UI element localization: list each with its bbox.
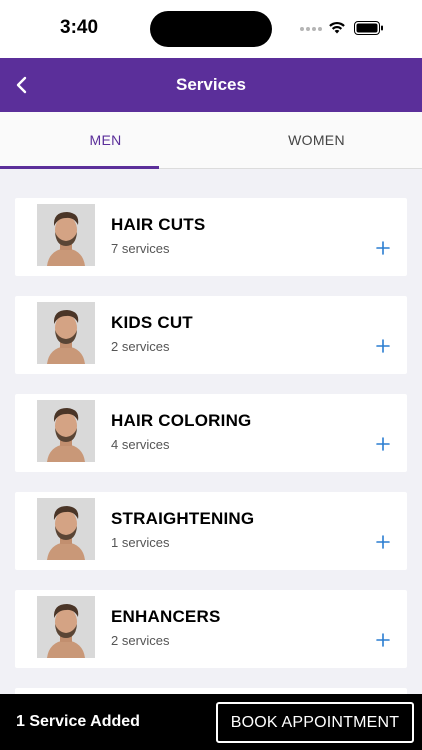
service-thumbnail — [37, 596, 95, 658]
service-thumbnail — [37, 400, 95, 462]
service-card-enhancers[interactable]: ENHANCERS 2 services — [15, 590, 407, 668]
service-count: 1 services — [111, 535, 170, 550]
plus-icon — [376, 437, 390, 451]
man-portrait-icon — [37, 400, 95, 462]
book-appointment-button[interactable]: BOOK APPOINTMENT — [216, 702, 414, 743]
service-card-straightening[interactable]: STRAIGHTENING 1 services — [15, 492, 407, 570]
plus-icon — [376, 535, 390, 549]
service-card-kids-cut[interactable]: KIDS CUT 2 services — [15, 296, 407, 374]
services-added-text: 1 Service Added — [16, 713, 140, 730]
add-service-button[interactable] — [373, 434, 393, 454]
service-thumbnail — [37, 498, 95, 560]
battery-icon — [354, 21, 383, 35]
service-card-hair-cuts[interactable]: HAIR CUTS 7 services — [15, 198, 407, 276]
status-bar: 3:40 — [0, 0, 422, 58]
service-thumbnail — [37, 204, 95, 266]
wifi-icon — [329, 21, 345, 34]
plus-icon — [376, 633, 390, 647]
dynamic-island — [150, 11, 272, 47]
tab-bar: MEN WOMEN — [0, 112, 422, 169]
plus-icon — [376, 339, 390, 353]
plus-icon — [376, 241, 390, 255]
service-name: HAIR COLORING — [111, 411, 252, 430]
man-portrait-icon — [37, 302, 95, 364]
service-count: 2 services — [111, 339, 170, 354]
add-service-button[interactable] — [373, 336, 393, 356]
service-name: HAIR CUTS — [111, 215, 206, 234]
tab-women[interactable]: WOMEN — [211, 112, 422, 168]
add-service-button[interactable] — [373, 532, 393, 552]
add-service-button[interactable] — [373, 238, 393, 258]
app-header: Services — [0, 58, 422, 112]
signal-icon — [300, 27, 322, 31]
service-name: STRAIGHTENING — [111, 509, 255, 528]
tab-men-label: MEN — [89, 132, 122, 148]
service-card-hair-coloring[interactable]: HAIR COLORING 4 services — [15, 394, 407, 472]
page-title: Services — [176, 75, 246, 94]
man-portrait-icon — [37, 596, 95, 658]
man-portrait-icon — [37, 498, 95, 560]
service-name: ENHANCERS — [111, 607, 221, 626]
service-thumbnail — [37, 302, 95, 364]
service-list: HAIR CUTS 7 services KIDS CUT 2 services — [15, 198, 407, 750]
service-count: 2 services — [111, 633, 170, 648]
bottom-bar: 1 Service Added BOOK APPOINTMENT — [0, 694, 422, 750]
man-portrait-icon — [37, 204, 95, 266]
service-name: KIDS CUT — [111, 313, 193, 332]
add-service-button[interactable] — [373, 630, 393, 650]
service-count: 7 services — [111, 241, 170, 256]
tab-women-label: WOMEN — [288, 132, 345, 148]
active-tab-indicator — [0, 166, 159, 169]
tab-men[interactable]: MEN — [0, 112, 211, 168]
service-count: 4 services — [111, 437, 170, 452]
status-time: 3:40 — [60, 17, 99, 38]
